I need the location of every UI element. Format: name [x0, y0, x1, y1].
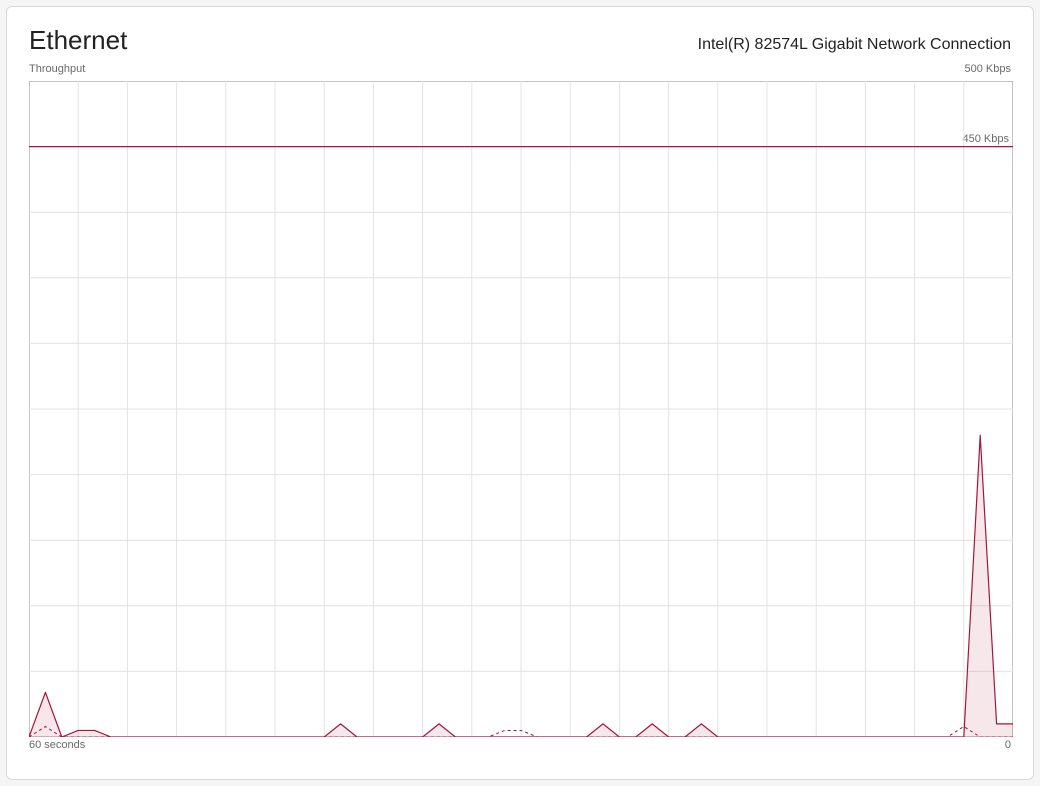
- throughput-chart: [29, 81, 1013, 737]
- ymax-label: 500 Kbps: [965, 63, 1011, 75]
- xmin-label: 0: [1005, 739, 1011, 751]
- panel-header: Ethernet Intel(R) 82574L Gigabit Network…: [29, 25, 1011, 56]
- throughput-label: Throughput: [29, 63, 85, 75]
- top-axis-labels: Throughput 500 Kbps: [29, 63, 1011, 75]
- adapter-name: Intel(R) 82574L Gigabit Network Connecti…: [698, 36, 1011, 54]
- xmax-label: 60 seconds: [29, 739, 85, 751]
- ethernet-panel: Ethernet Intel(R) 82574L Gigabit Network…: [6, 6, 1034, 780]
- page-title: Ethernet: [29, 25, 127, 56]
- bottom-axis-labels: 60 seconds 0: [29, 739, 1011, 751]
